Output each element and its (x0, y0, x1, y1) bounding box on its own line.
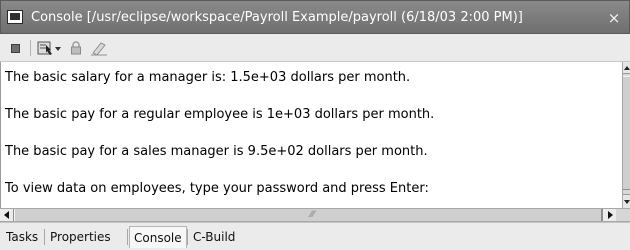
tab-divider (127, 229, 128, 245)
view-tab-bar: Tasks Properties Console C-Build (0, 222, 630, 250)
display-selected-console-button[interactable] (36, 38, 64, 58)
console-line: To view data on employees, type your pas… (5, 181, 429, 196)
console-run-icon (37, 41, 61, 55)
horizontal-scrollbar[interactable]: ⁄⁄⁄ (0, 208, 630, 222)
tab-divider (187, 229, 188, 245)
vertical-scroll-thumb[interactable] (623, 76, 630, 190)
tab-console[interactable]: Console (129, 226, 187, 248)
console-toolbar (0, 34, 630, 62)
scroll-right-button[interactable] (602, 209, 616, 221)
terminate-button[interactable] (6, 38, 24, 58)
console-line: The basic pay for a sales manager is 9.5… (5, 144, 428, 159)
title-bar[interactable]: Console [/usr/eclipse/workspace/Payroll … (0, 0, 630, 34)
tab-properties[interactable]: Properties (46, 226, 115, 248)
tab-c-build[interactable]: C-Build (189, 226, 239, 248)
stop-icon (10, 43, 20, 53)
scroll-left-button[interactable] (0, 209, 14, 221)
tab-divider (44, 229, 45, 245)
console-line: The basic salary for a manager is: 1.5e+… (5, 70, 411, 85)
horizontal-scroll-thumb[interactable]: ⁄⁄⁄ (14, 209, 602, 221)
pin-console-button[interactable] (67, 38, 85, 58)
console-line: The basic pay for a regular employee is … (5, 107, 435, 122)
vertical-scrollbar[interactable] (622, 62, 630, 208)
console-output[interactable]: The basic salary for a manager is: 1.5e+… (0, 62, 622, 208)
toolbar-separator (30, 40, 31, 56)
scroll-grip-icon: ⁄⁄⁄ (310, 210, 315, 220)
console-view: Console [/usr/eclipse/workspace/Payroll … (0, 0, 630, 250)
eraser-icon (91, 42, 107, 56)
clear-console-button[interactable] (88, 38, 110, 58)
console-icon (7, 10, 23, 24)
window-title: Console [/usr/eclipse/workspace/Payroll … (31, 10, 523, 25)
lock-icon (71, 41, 81, 55)
close-button[interactable]: × (605, 1, 623, 35)
scroll-up-button[interactable] (623, 62, 630, 74)
tab-tasks[interactable]: Tasks (2, 226, 42, 248)
scroll-down-button[interactable] (623, 194, 630, 208)
